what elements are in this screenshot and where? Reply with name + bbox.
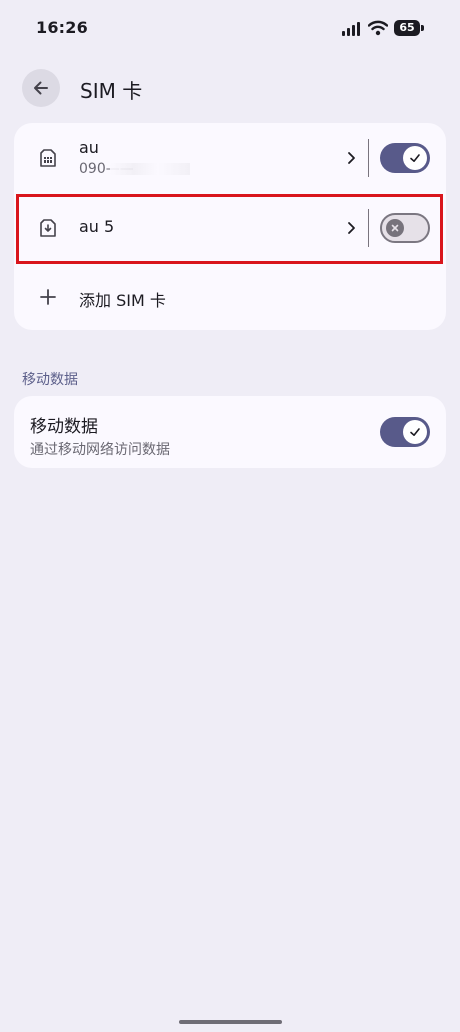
status-time: 16:26	[36, 18, 88, 37]
plus-icon	[40, 289, 56, 305]
sim-card-icon	[40, 149, 56, 167]
redaction-blur	[110, 163, 190, 175]
sim-row-au[interactable]: au 090——	[14, 123, 446, 193]
arrow-back-icon	[34, 81, 48, 95]
add-sim-label: 添加 SIM 卡	[79, 291, 166, 310]
back-button[interactable]	[22, 69, 60, 107]
page-title: SIM 卡	[80, 79, 143, 103]
top-app-bar: SIM 卡	[0, 66, 460, 112]
battery-level: 65	[394, 20, 420, 36]
section-label-mobile-data: 移动数据	[22, 372, 78, 388]
mobile-data-subtitle: 通过移动网络访问数据	[30, 442, 170, 458]
mobile-data-toggle[interactable]	[380, 417, 430, 447]
check-icon	[410, 428, 420, 436]
add-sim-button[interactable]: 添加 SIM 卡	[14, 263, 446, 330]
sim-name: au	[79, 138, 99, 157]
toggle-knob	[403, 146, 427, 170]
divider	[368, 139, 369, 177]
highlight-box	[16, 194, 443, 264]
wifi-icon	[367, 20, 389, 36]
check-icon	[410, 154, 420, 162]
sim-toggle-on[interactable]	[380, 143, 430, 173]
mobile-data-title: 移动数据	[30, 417, 98, 437]
battery-icon: 65	[394, 20, 426, 36]
mobile-data-row[interactable]: 移动数据 通过移动网络访问数据	[14, 396, 446, 468]
gesture-nav-handle[interactable]	[179, 1020, 282, 1024]
toggle-knob	[403, 420, 427, 444]
cellular-signal-icon	[342, 22, 364, 36]
chevron-right-icon	[348, 152, 355, 164]
status-bar: 16:26 65	[0, 0, 460, 56]
